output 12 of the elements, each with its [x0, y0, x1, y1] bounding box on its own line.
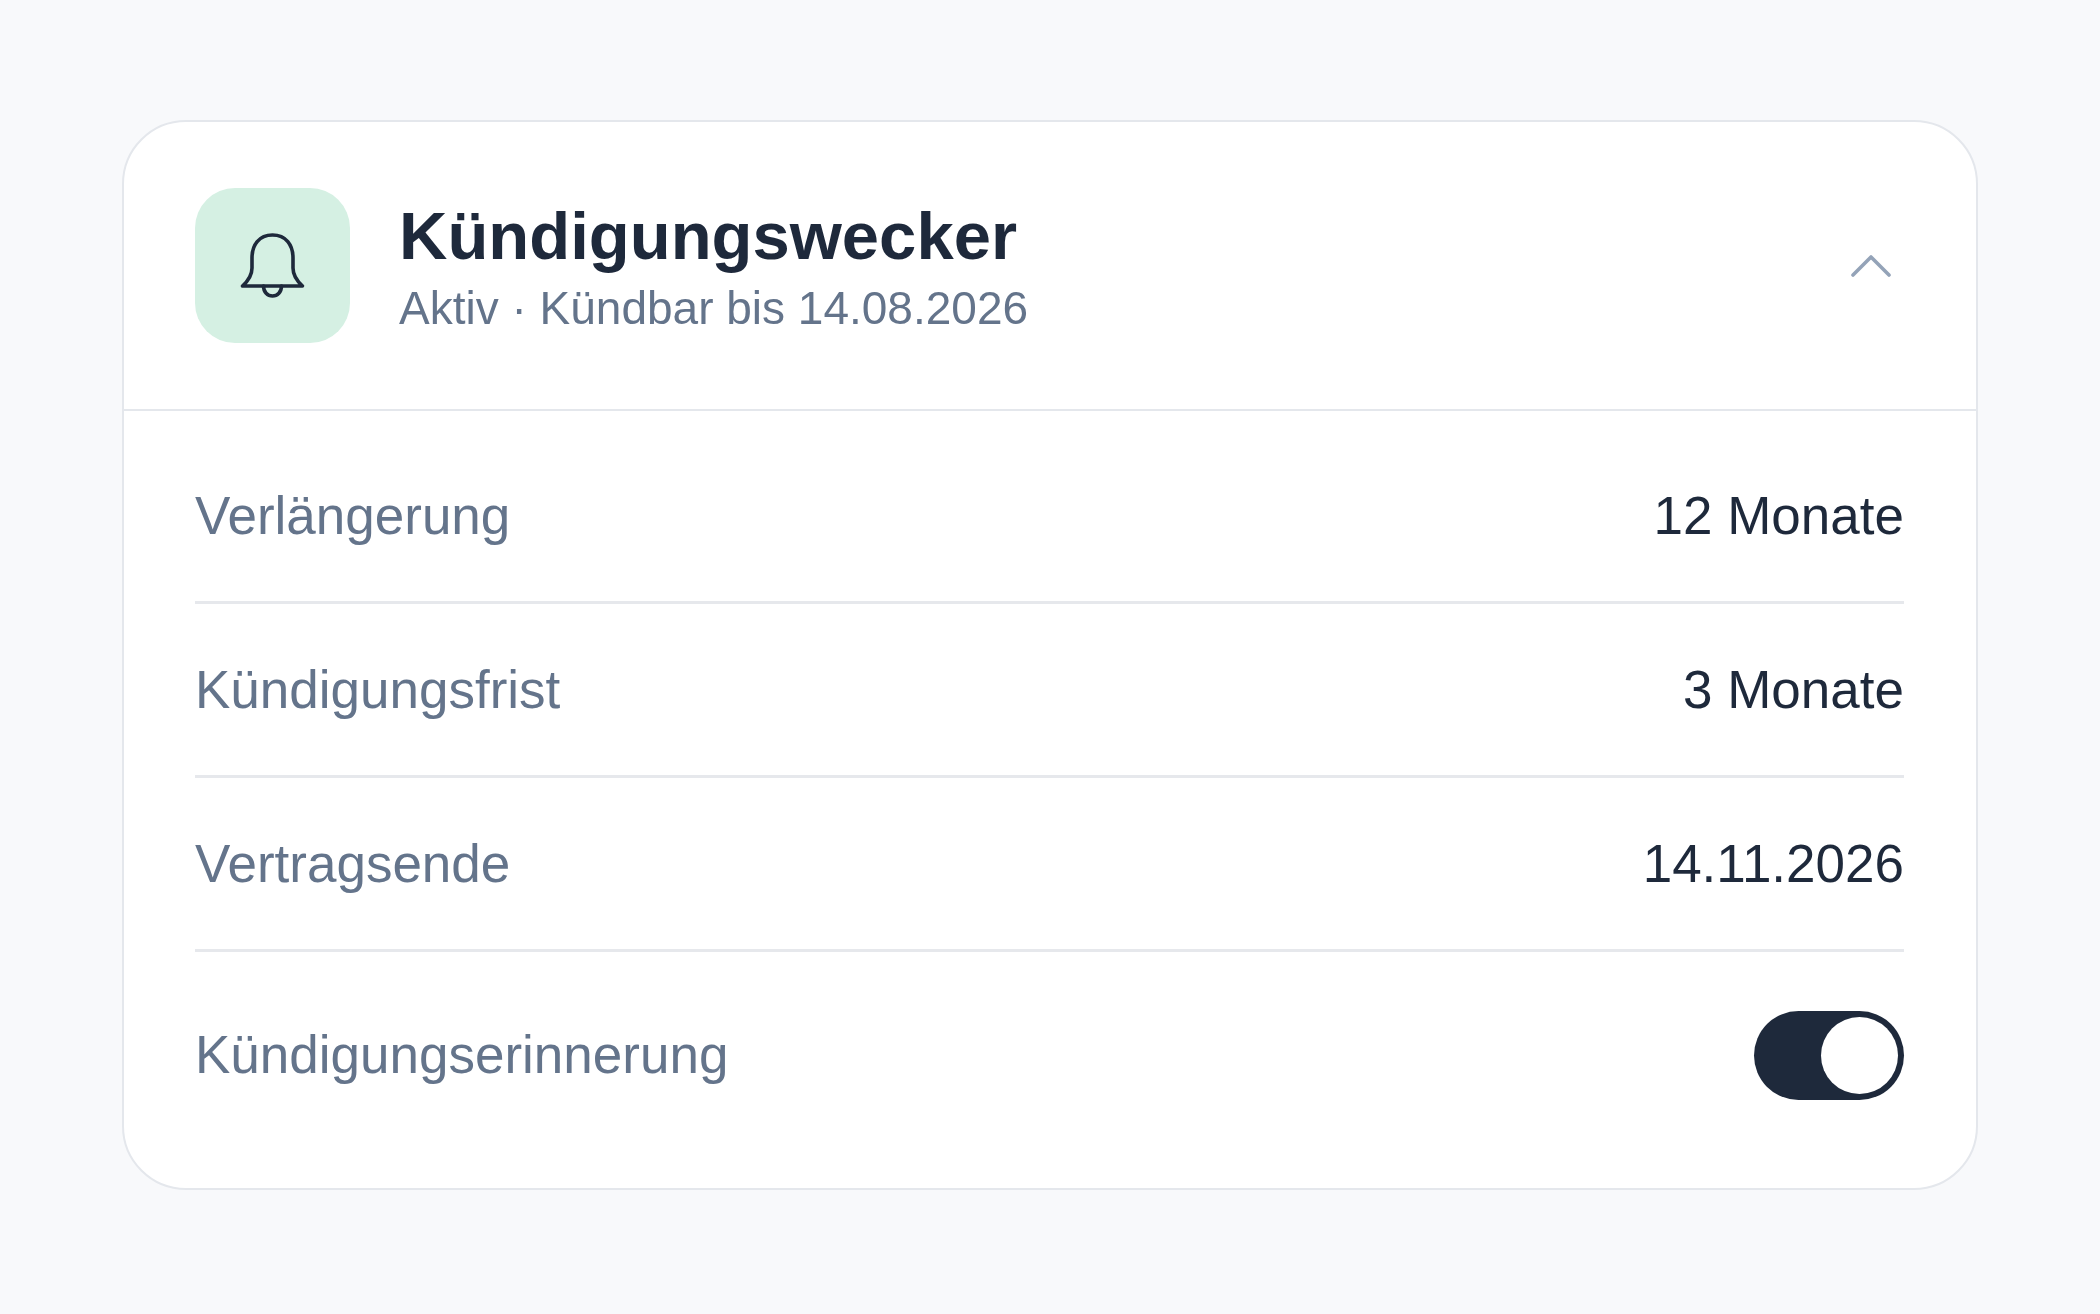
row-label: Kündigungsfrist	[195, 658, 561, 721]
row-value: 12 Monate	[1653, 484, 1904, 547]
chevron-up-icon	[1851, 254, 1891, 277]
collapse-button[interactable]	[1851, 254, 1891, 277]
row-label: Kündigungserinnerung	[195, 1024, 729, 1087]
row-value: 3 Monate	[1683, 658, 1904, 721]
card-title: Kündigungswecker	[399, 198, 1017, 274]
card-subtitle: Aktiv · Kündbar bis 14.08.2026	[399, 281, 1029, 337]
row-label: Vertragsende	[195, 832, 511, 895]
bell-icon	[195, 188, 350, 343]
row-label: Verlängerung	[195, 484, 511, 547]
row-value: 14.11.2026	[1642, 832, 1904, 895]
